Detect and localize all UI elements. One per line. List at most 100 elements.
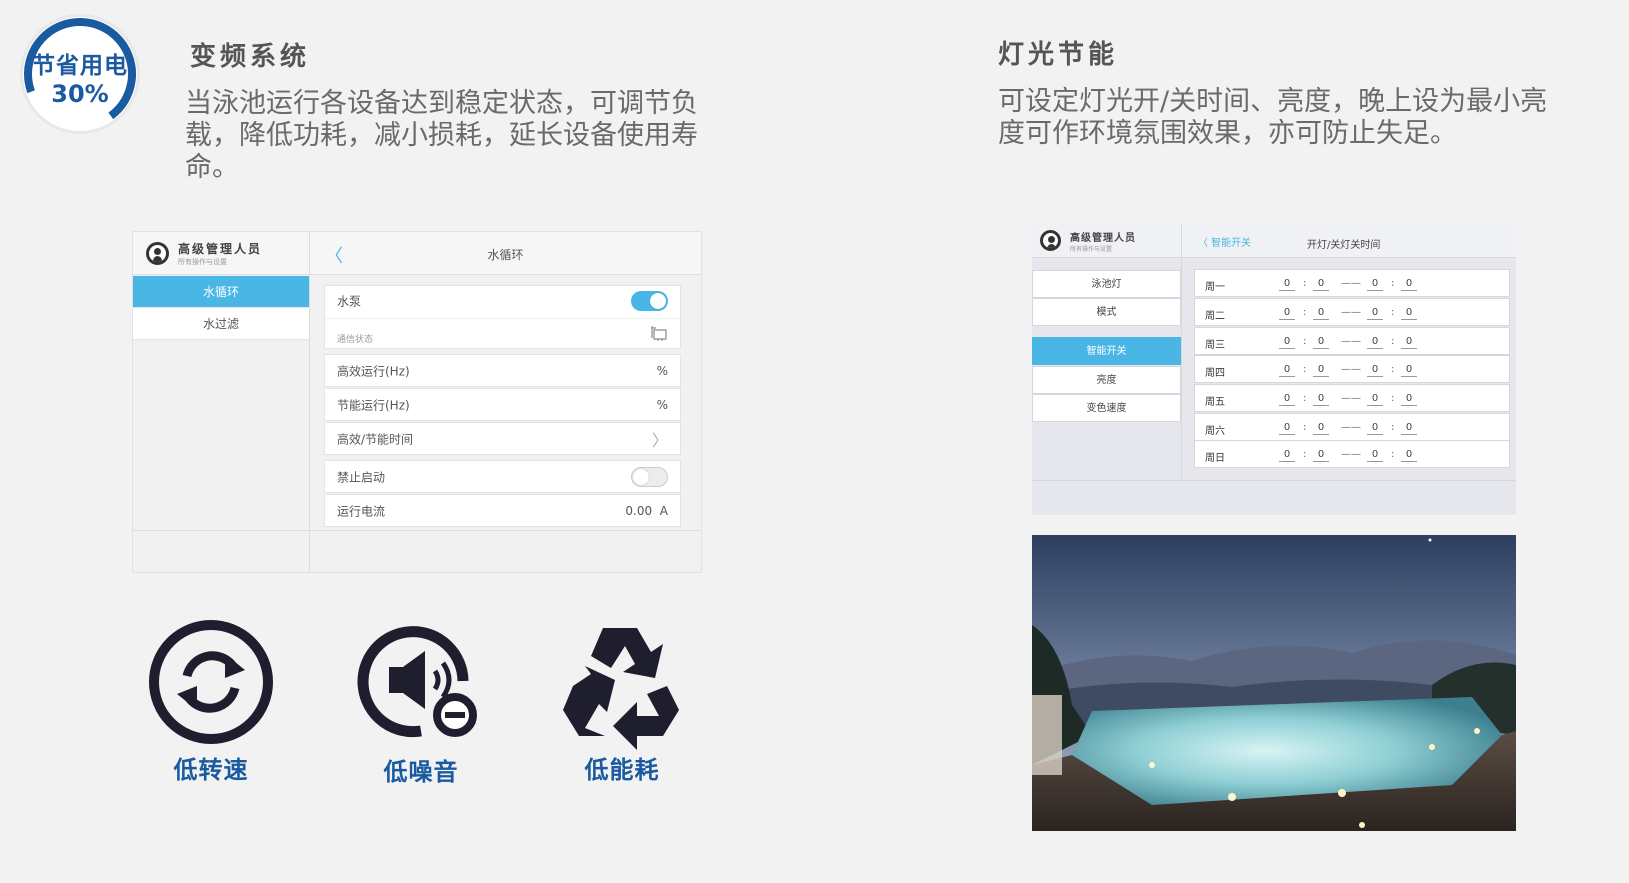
day-label: 周六 [1205, 426, 1225, 437]
on-minute-field[interactable]: 0 [1313, 336, 1329, 349]
energy-saving-label: 节能运行(Hz) [337, 398, 410, 412]
on-hour-field[interactable]: 0 [1279, 278, 1295, 291]
disable-start-row: 禁止启动 [324, 460, 681, 493]
time-range-dash: —— [1341, 336, 1361, 347]
off-minute-field[interactable]: 0 [1401, 364, 1417, 377]
off-minute-field[interactable]: 0 [1401, 422, 1417, 435]
on-hour-field[interactable]: 0 [1279, 449, 1295, 462]
time-colon: : [1391, 336, 1395, 347]
off-minute-field[interactable]: 0 [1401, 393, 1417, 406]
on-minute-field[interactable]: 0 [1313, 364, 1329, 377]
sidebar-item-color-speed[interactable]: 变色速度 [1032, 394, 1181, 422]
high-efficiency-row[interactable]: 高效运行(Hz) % [324, 354, 681, 387]
right-section-desc: 可设定灯光开/关时间、亮度，晚上设为最小亮 度可作环境氛围效果，亦可防止失足。 [998, 86, 1547, 150]
run-current-value: 0.00 A [625, 503, 668, 518]
pump-row: 水泵 通信状态 [324, 285, 681, 349]
rotation-icon [149, 620, 273, 744]
disable-start-toggle[interactable] [631, 466, 668, 487]
off-minute-field[interactable]: 0 [1401, 336, 1417, 349]
low-energy-label: 低能耗 [584, 756, 660, 784]
off-minute-field[interactable]: 0 [1401, 278, 1417, 291]
on-hour-field[interactable]: 0 [1279, 307, 1295, 320]
low-noise-speaker-icon [357, 626, 477, 738]
disable-start-label: 禁止启动 [337, 470, 386, 484]
off-hour-field[interactable]: 0 [1367, 449, 1383, 462]
desc-line: 当泳池运行各设备达到稳定状态，可调节负 [185, 88, 698, 119]
desc-line: 可设定灯光开/关时间、亮度，晚上设为最小亮 [998, 86, 1548, 117]
off-hour-field[interactable]: 0 [1367, 364, 1383, 377]
time-colon: : [1303, 278, 1307, 289]
off-hour-field[interactable]: 0 [1367, 336, 1383, 349]
comm-status-label: 通信状态 [337, 335, 374, 345]
panel-title: 水循环 [487, 248, 524, 262]
sidebar-item-smart-switch[interactable]: 智能开关 [1032, 337, 1181, 365]
schedule-row: 周一 0:0 —— 0:0 [1194, 269, 1510, 297]
on-minute-field[interactable]: 0 [1313, 422, 1329, 435]
user-name: 高级管理人员 [178, 242, 263, 256]
sidebar-item-water-circulation[interactable]: 水循环 [133, 276, 309, 308]
panel-header: 〈 智能开关 开灯/关灯关时间 [1182, 224, 1516, 258]
high-efficiency-unit: % [656, 363, 668, 378]
on-hour-field[interactable]: 0 [1279, 364, 1295, 377]
on-hour-field[interactable]: 0 [1279, 336, 1295, 349]
on-hour-field[interactable]: 0 [1279, 393, 1295, 406]
pump-label: 水泵 [337, 294, 362, 309]
off-hour-field[interactable]: 0 [1367, 278, 1383, 291]
time-colon: : [1391, 278, 1395, 289]
on-hour-field[interactable]: 0 [1279, 422, 1295, 435]
low-speed-label: 低转速 [173, 756, 249, 784]
sidebar-item-mode[interactable]: 模式 [1032, 298, 1181, 326]
time-colon: : [1303, 422, 1307, 433]
time-colon: : [1391, 449, 1395, 460]
chevron-right-icon: 〉 [651, 430, 668, 450]
off-hour-field[interactable]: 0 [1367, 422, 1383, 435]
time-range-dash: —— [1341, 364, 1361, 375]
day-label: 周日 [1205, 453, 1225, 464]
time-range-dash: —— [1341, 449, 1361, 460]
off-minute-field[interactable]: 0 [1401, 307, 1417, 320]
off-minute-field[interactable]: 0 [1401, 449, 1417, 462]
schedule-time-row[interactable]: 高效/节能时间 〉 [324, 422, 681, 455]
energy-saving-badge: 节省用电 30% [18, 12, 142, 136]
energy-saving-unit: % [656, 397, 668, 412]
time-colon: : [1303, 364, 1307, 375]
on-minute-field[interactable]: 0 [1313, 307, 1329, 320]
schedule-row: 周五 0:0 —— 0:0 [1194, 384, 1510, 412]
user-name: 高级管理人员 [1070, 233, 1136, 244]
run-current-row: 运行电流 0.00 A [324, 494, 681, 527]
off-hour-field[interactable]: 0 [1367, 393, 1383, 406]
sidebar-item-water-filter[interactable]: 水过滤 [133, 308, 309, 340]
right-section-title: 灯光节能 [998, 40, 1119, 70]
on-minute-field[interactable]: 0 [1313, 393, 1329, 406]
schedule-row: 周日 0:0 —— 0:0 [1194, 440, 1510, 468]
schedule-row: 周二 0:0 —— 0:0 [1194, 298, 1510, 326]
user-avatar-icon [146, 242, 169, 265]
day-label: 周四 [1205, 368, 1225, 379]
time-range-dash: —— [1341, 393, 1361, 404]
time-range-dash: —— [1341, 278, 1361, 289]
run-current-label: 运行电流 [337, 504, 386, 518]
sidebar-item-pool-light[interactable]: 泳池灯 [1032, 270, 1181, 298]
left-section-desc: 当泳池运行各设备达到稳定状态，可调节负 载，降低功耗，减小损耗，延长设备使用寿 … [185, 88, 698, 184]
off-hour-field[interactable]: 0 [1367, 307, 1383, 320]
panel-title: 开灯/关灯关时间 [1307, 240, 1381, 251]
low-noise-label: 低噪音 [383, 758, 459, 786]
time-colon: : [1391, 393, 1395, 404]
user-avatar-icon [1040, 230, 1061, 251]
sidebar-item-brightness[interactable]: 亮度 [1032, 366, 1181, 394]
high-efficiency-label: 高效运行(Hz) [337, 364, 410, 378]
panel-footer [1032, 480, 1516, 515]
energy-saving-row[interactable]: 节能运行(Hz) % [324, 388, 681, 421]
pump-toggle[interactable] [631, 291, 668, 311]
day-label: 周三 [1205, 340, 1225, 351]
panel-header: 〈 水循环 [310, 232, 701, 275]
left-section-title: 变频系统 [190, 42, 311, 72]
time-colon: : [1391, 422, 1395, 433]
back-button[interactable]: 〈 智能开关 [1198, 234, 1251, 249]
on-minute-field[interactable]: 0 [1313, 278, 1329, 291]
time-colon: : [1391, 307, 1395, 318]
time-colon: : [1303, 307, 1307, 318]
schedule-row: 周三 0:0 —— 0:0 [1194, 327, 1510, 355]
time-colon: : [1391, 364, 1395, 375]
on-minute-field[interactable]: 0 [1313, 449, 1329, 462]
